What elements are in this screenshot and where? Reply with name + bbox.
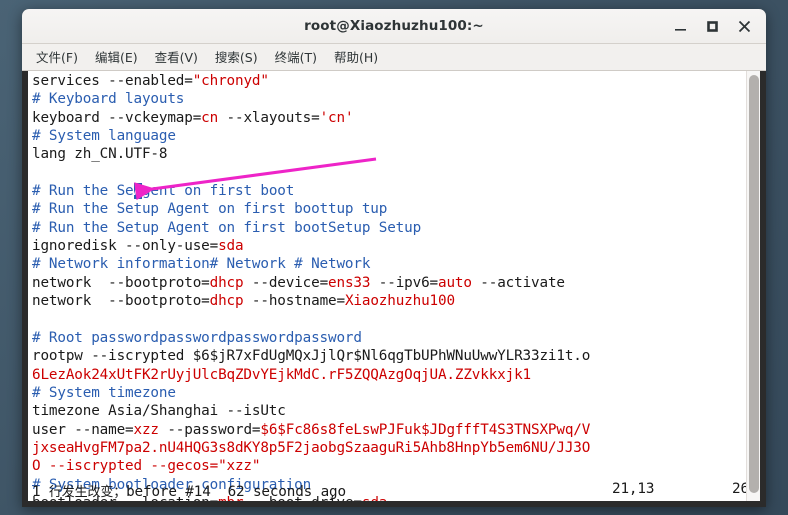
vim-cursor-position: 21,13 <box>612 481 655 497</box>
menu-item-edit[interactable]: 编辑(E) <box>87 44 146 70</box>
vim-buffer-text: services --enabled="chronyd" # Keyboard l… <box>32 73 591 501</box>
window-titlebar[interactable]: root@Xiaozhuzhu100:~ <box>22 9 766 44</box>
vim-editor-pane[interactable]: services --enabled="chronyd" # Keyboard l… <box>28 71 746 501</box>
menu-item-terminal[interactable]: 终端(T) <box>267 44 325 70</box>
vim-status-line: 1 行发生改变；before #14 62 seconds ago 21,13 … <box>32 481 746 500</box>
menu-item-file[interactable]: 文件(F) <box>28 44 86 70</box>
minimize-icon <box>675 29 686 31</box>
close-icon <box>738 20 751 33</box>
menubar: 文件(F) 编辑(E) 查看(V) 搜索(S) 终端(T) 帮助(H) <box>22 44 766 71</box>
menu-item-view[interactable]: 查看(V) <box>147 44 206 70</box>
maximize-button[interactable] <box>702 16 723 37</box>
menu-item-help[interactable]: 帮助(H) <box>326 44 386 70</box>
scrollbar-thumb[interactable] <box>749 75 759 493</box>
vertical-scrollbar[interactable] <box>746 71 760 501</box>
minimize-button[interactable] <box>670 16 691 37</box>
maximize-icon <box>707 21 718 32</box>
vim-status-message: 1 行发生改变；before #14 62 seconds ago <box>32 484 346 500</box>
window-title: root@Xiaozhuzhu100:~ <box>304 18 484 34</box>
terminal-body[interactable]: services --enabled="chronyd" # Keyboard l… <box>22 71 766 507</box>
text-cursor: A <box>133 183 142 200</box>
close-button[interactable] <box>734 16 755 37</box>
menu-item-search[interactable]: 搜索(S) <box>207 44 266 70</box>
terminal-window: root@Xiaozhuzhu100:~ 文件(F) 编辑(E) 查看(V) 搜… <box>22 9 766 507</box>
vim-scroll-percent: 26% <box>732 481 746 497</box>
